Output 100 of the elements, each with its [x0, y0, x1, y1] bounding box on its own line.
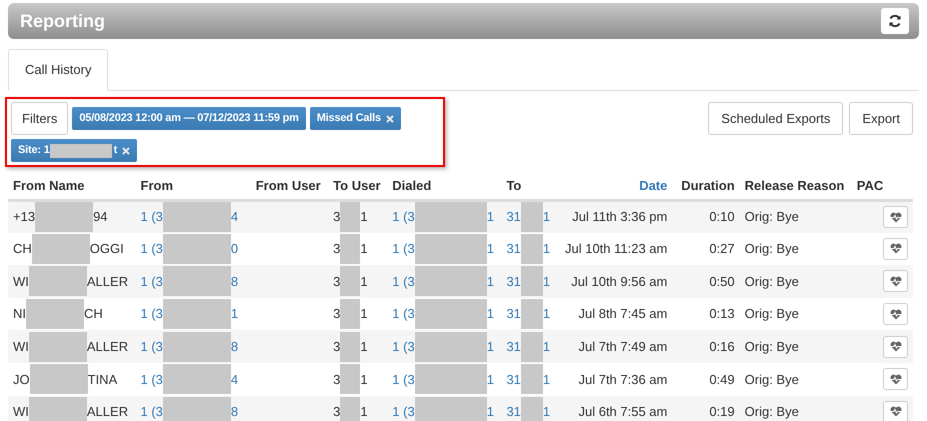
- pac-button[interactable]: [883, 400, 908, 421]
- phone-link-fragment[interactable]: 1 (3: [392, 239, 415, 259]
- phone-link-fragment[interactable]: 1 (3: [140, 336, 163, 356]
- table-cell: Orig: Bye: [744, 404, 799, 420]
- tab[interactable]: Call History: [8, 49, 108, 91]
- text-fragment: WI: [13, 403, 29, 421]
- text-fragment: NI: [13, 305, 26, 324]
- export-button[interactable]: Export: [849, 102, 913, 135]
- phone-link-fragment[interactable]: 1: [542, 239, 550, 259]
- phone-link-fragment[interactable]: 1: [486, 272, 494, 292]
- pac-button[interactable]: [883, 303, 908, 326]
- phone-link-fragment[interactable]: 1 (3: [140, 207, 163, 227]
- redaction-block: [340, 266, 360, 296]
- redaction-block: [340, 299, 360, 330]
- column-header: PAC: [852, 172, 913, 200]
- phone-link-fragment[interactable]: 1: [542, 207, 550, 227]
- phone-link-fragment[interactable]: 31: [506, 304, 521, 324]
- phone-link-fragment[interactable]: 1: [542, 336, 550, 356]
- phone-link-fragment[interactable]: 8: [230, 336, 238, 356]
- heart-pulse-icon: [890, 212, 902, 223]
- pac-button[interactable]: [883, 368, 908, 390]
- redaction-block: [28, 332, 87, 362]
- phone-link-fragment[interactable]: 1: [486, 402, 494, 421]
- table-cell: Jul 10th 9:56 am: [571, 274, 668, 289]
- phone-link-fragment[interactable]: 1: [230, 304, 238, 324]
- text-fragment: OGGI: [90, 240, 124, 258]
- phone-link-fragment[interactable]: 1 (3: [392, 207, 415, 227]
- heart-pulse-icon: [890, 276, 902, 287]
- redaction-block: [340, 234, 360, 264]
- redaction-block: [28, 396, 87, 421]
- table-cell: Jul 7th 7:36 am: [578, 372, 668, 387]
- table-cell: 0:27: [709, 241, 735, 256]
- redaction-block: [340, 396, 360, 421]
- phone-link-fragment[interactable]: 1: [486, 370, 494, 390]
- text-fragment: TINA: [88, 370, 118, 389]
- filter-chip[interactable]: 05/08/2023 12:00 am — 07/12/2023 11:59 pm: [72, 107, 306, 130]
- phone-link-fragment[interactable]: 1: [486, 304, 494, 324]
- phone-link-fragment[interactable]: 4: [230, 370, 238, 390]
- redaction-block: [28, 266, 87, 296]
- phone-link-fragment[interactable]: 1: [542, 304, 550, 324]
- remove-icon[interactable]: [122, 146, 130, 154]
- phone-link-fragment[interactable]: 1: [486, 239, 494, 259]
- text-fragment: 3: [333, 370, 340, 389]
- phone-link-fragment[interactable]: 1 (3: [140, 370, 163, 390]
- filter-chip[interactable]: Site: 1 t: [11, 139, 138, 162]
- phone-link-fragment[interactable]: 1 (3: [140, 304, 163, 324]
- phone-link-fragment[interactable]: 1 (3: [392, 336, 415, 356]
- pac-button[interactable]: [883, 336, 908, 358]
- sortable-column-header[interactable]: Date: [556, 172, 672, 200]
- remove-icon[interactable]: [386, 114, 394, 122]
- text-fragment: WI: [13, 272, 29, 291]
- text-fragment: 1: [360, 403, 368, 421]
- phone-link-fragment[interactable]: 31: [506, 272, 521, 292]
- redaction-block: [520, 396, 543, 421]
- redaction-block: [30, 364, 88, 394]
- pac-button[interactable]: [883, 270, 908, 292]
- heart-pulse-icon: [890, 243, 902, 254]
- text-fragment: 3: [333, 305, 340, 324]
- phone-link-fragment[interactable]: 31: [506, 207, 521, 227]
- filters-button[interactable]: Filters: [11, 102, 68, 135]
- scheduled-exports-button[interactable]: Scheduled Exports: [708, 102, 844, 135]
- redaction-block: [162, 332, 231, 362]
- phone-link-fragment[interactable]: 1: [542, 402, 550, 421]
- redaction-block: [520, 299, 543, 330]
- phone-link-fragment[interactable]: 31: [506, 336, 521, 356]
- phone-link-fragment[interactable]: 4: [230, 207, 238, 227]
- column-header: From User: [250, 172, 328, 200]
- redaction-block: [520, 364, 543, 394]
- phone-link-fragment[interactable]: 1: [542, 370, 550, 390]
- phone-link-fragment[interactable]: 1: [542, 272, 550, 292]
- text-fragment: 3: [333, 403, 340, 421]
- phone-link-fragment[interactable]: 31: [506, 239, 521, 259]
- phone-link-fragment[interactable]: 8: [230, 272, 238, 292]
- phone-link-fragment[interactable]: 1: [486, 207, 494, 227]
- phone-link-fragment[interactable]: 1 (3: [392, 272, 415, 292]
- text-fragment: ALLER: [86, 272, 128, 291]
- phone-link-fragment[interactable]: 1 (3: [140, 272, 163, 292]
- column-header: Release Reason: [740, 172, 852, 200]
- phone-link-fragment[interactable]: 31: [506, 402, 521, 421]
- redaction-block: [520, 202, 543, 232]
- redaction-block: [26, 299, 84, 330]
- filter-chip[interactable]: Missed Calls: [310, 107, 401, 130]
- phone-link-fragment[interactable]: 1 (3: [140, 239, 163, 259]
- phone-link-fragment[interactable]: 1: [486, 336, 494, 356]
- refresh-button[interactable]: [881, 8, 909, 34]
- text-fragment: 1: [360, 272, 368, 291]
- text-fragment: CH: [84, 305, 103, 324]
- redaction-block: [520, 266, 543, 296]
- pac-button[interactable]: [883, 238, 908, 260]
- phone-link-fragment[interactable]: 31: [506, 370, 521, 390]
- table-cell: Jul 10th 11:23 am: [564, 241, 668, 256]
- table-cell: Jul 7th 7:49 am: [578, 338, 668, 354]
- phone-link-fragment[interactable]: 1 (3: [392, 402, 415, 421]
- phone-link-fragment[interactable]: 1 (3: [392, 370, 415, 390]
- phone-link-fragment[interactable]: 1 (3: [140, 402, 163, 421]
- pac-button[interactable]: [883, 206, 908, 228]
- phone-link-fragment[interactable]: 1 (3: [392, 304, 415, 324]
- redaction-block: [520, 332, 543, 362]
- phone-link-fragment[interactable]: 0: [230, 239, 238, 259]
- phone-link-fragment[interactable]: 8: [230, 402, 238, 421]
